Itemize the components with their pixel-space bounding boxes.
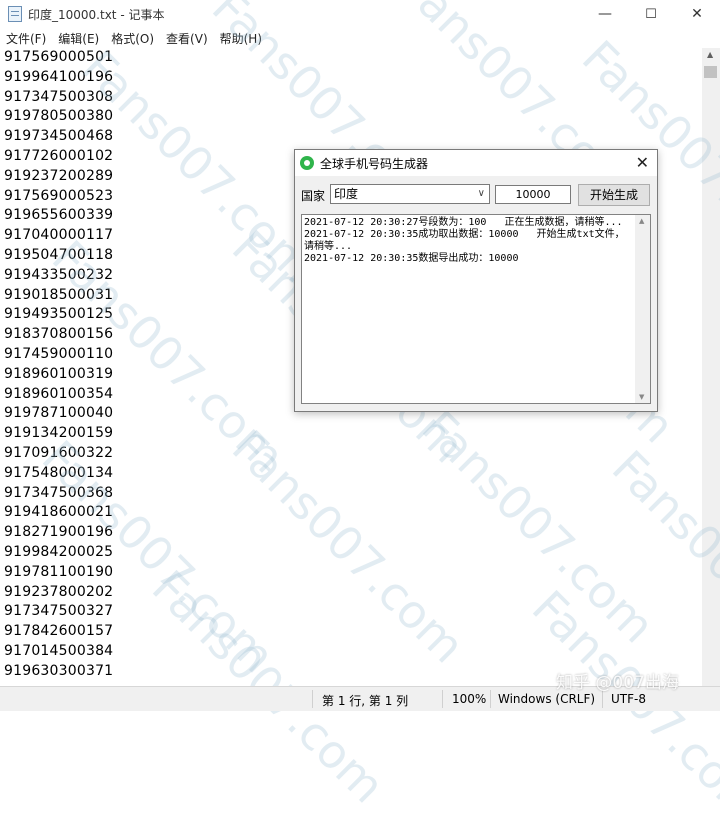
zhihu-watermark: 知乎 @007出海: [556, 673, 679, 693]
log-output[interactable]: 2021-07-12 20:30:27号段数为：100 正在生成数据，请稍等..…: [301, 214, 651, 404]
text-line: 918960100319: [4, 365, 114, 382]
generator-dialog: 全球手机号码生成器 ✕ 国家 印度 ∨ 10000 开始生成 2021-07-1…: [294, 149, 658, 412]
text-line: 919655600339: [4, 207, 114, 224]
scroll-up-icon[interactable]: ▲: [707, 50, 713, 59]
log-text: 2021-07-12 20:30:27号段数为：100 正在生成数据，请稍等..…: [304, 217, 625, 264]
text-line: 917548000134: [4, 464, 114, 481]
text-line: 917347500308: [4, 88, 114, 105]
text-line: 917459000110: [4, 345, 114, 362]
cursor-position: 第 1 行, 第 1 列: [322, 694, 409, 708]
text-line: 917040000117: [4, 227, 114, 244]
text-line: 919780500380: [4, 108, 114, 125]
close-button[interactable]: ✕: [674, 0, 720, 28]
text-line: 919964100196: [4, 68, 114, 85]
minimize-button[interactable]: —: [582, 0, 628, 28]
country-label: 国家: [301, 189, 326, 203]
country-value: 印度: [334, 187, 359, 201]
text-line: 919237200289: [4, 167, 114, 184]
text-line: 917347500327: [4, 603, 114, 620]
text-line: 917842600157: [4, 623, 114, 640]
text-line: 918271900196: [4, 524, 114, 541]
menu-file[interactable]: 文件(F): [0, 30, 52, 47]
text-line: 917569000523: [4, 187, 114, 204]
text-line: 919418600021: [4, 504, 114, 521]
text-line: 918960100354: [4, 385, 114, 402]
text-content: 917569000501 919964100196 917347500308 9197…: [4, 48, 113, 682]
text-line: 917347500368: [4, 484, 114, 501]
vertical-scrollbar[interactable]: ▲: [702, 48, 720, 686]
text-line: 919734500468: [4, 128, 114, 145]
country-select[interactable]: 印度 ∨: [330, 184, 490, 204]
app-logo-icon: [300, 156, 314, 170]
chevron-down-icon: ∨: [477, 188, 485, 199]
text-line: 917091600322: [4, 444, 114, 461]
dialog-close-button[interactable]: ✕: [636, 153, 649, 172]
menu-bar: 文件(F) 编辑(E) 格式(O) 查看(V) 帮助(H): [0, 28, 720, 48]
zoom-level: 100%: [452, 692, 487, 706]
text-line: 919237800202: [4, 583, 114, 600]
text-line: 917569000501: [4, 49, 114, 65]
dialog-title: 全球手机号码生成器: [320, 156, 429, 171]
window-title: 印度_10000.txt - 记事本: [28, 7, 165, 22]
text-line: 919504700118: [4, 246, 114, 263]
notepad-icon: [8, 6, 22, 22]
menu-edit[interactable]: 编辑(E): [52, 30, 105, 47]
start-generate-button[interactable]: 开始生成: [578, 184, 650, 206]
text-line: 919984200025: [4, 543, 114, 560]
menu-format[interactable]: 格式(O): [105, 30, 160, 47]
text-line: 919787100040: [4, 405, 114, 422]
text-line: 918370800156: [4, 326, 114, 343]
menu-view[interactable]: 查看(V): [160, 30, 214, 47]
text-line: 919018500031: [4, 286, 114, 303]
menu-help[interactable]: 帮助(H): [214, 30, 268, 47]
encoding: UTF-8: [611, 692, 646, 706]
text-line: 919630300371: [4, 662, 114, 679]
title-bar: 印度_10000.txt - 记事本 — ☐ ✕: [0, 0, 720, 28]
scrollbar-thumb[interactable]: [704, 66, 717, 78]
text-line: 917726000102: [4, 147, 114, 164]
scroll-up-icon[interactable]: ▲: [639, 217, 644, 225]
text-line: 919134200159: [4, 425, 114, 442]
text-line: 917014500384: [4, 642, 114, 659]
scroll-down-icon[interactable]: ▼: [639, 393, 644, 401]
maximize-button[interactable]: ☐: [628, 0, 674, 28]
line-ending: Windows (CRLF): [498, 692, 596, 706]
log-scrollbar[interactable]: ▲ ▼: [635, 215, 650, 403]
text-line: 919433500232: [4, 266, 114, 283]
text-line: 919781100190: [4, 563, 114, 580]
dialog-title-bar: 全球手机号码生成器 ✕: [295, 150, 657, 176]
text-line: 919493500125: [4, 306, 114, 323]
count-input[interactable]: 10000: [495, 185, 571, 204]
